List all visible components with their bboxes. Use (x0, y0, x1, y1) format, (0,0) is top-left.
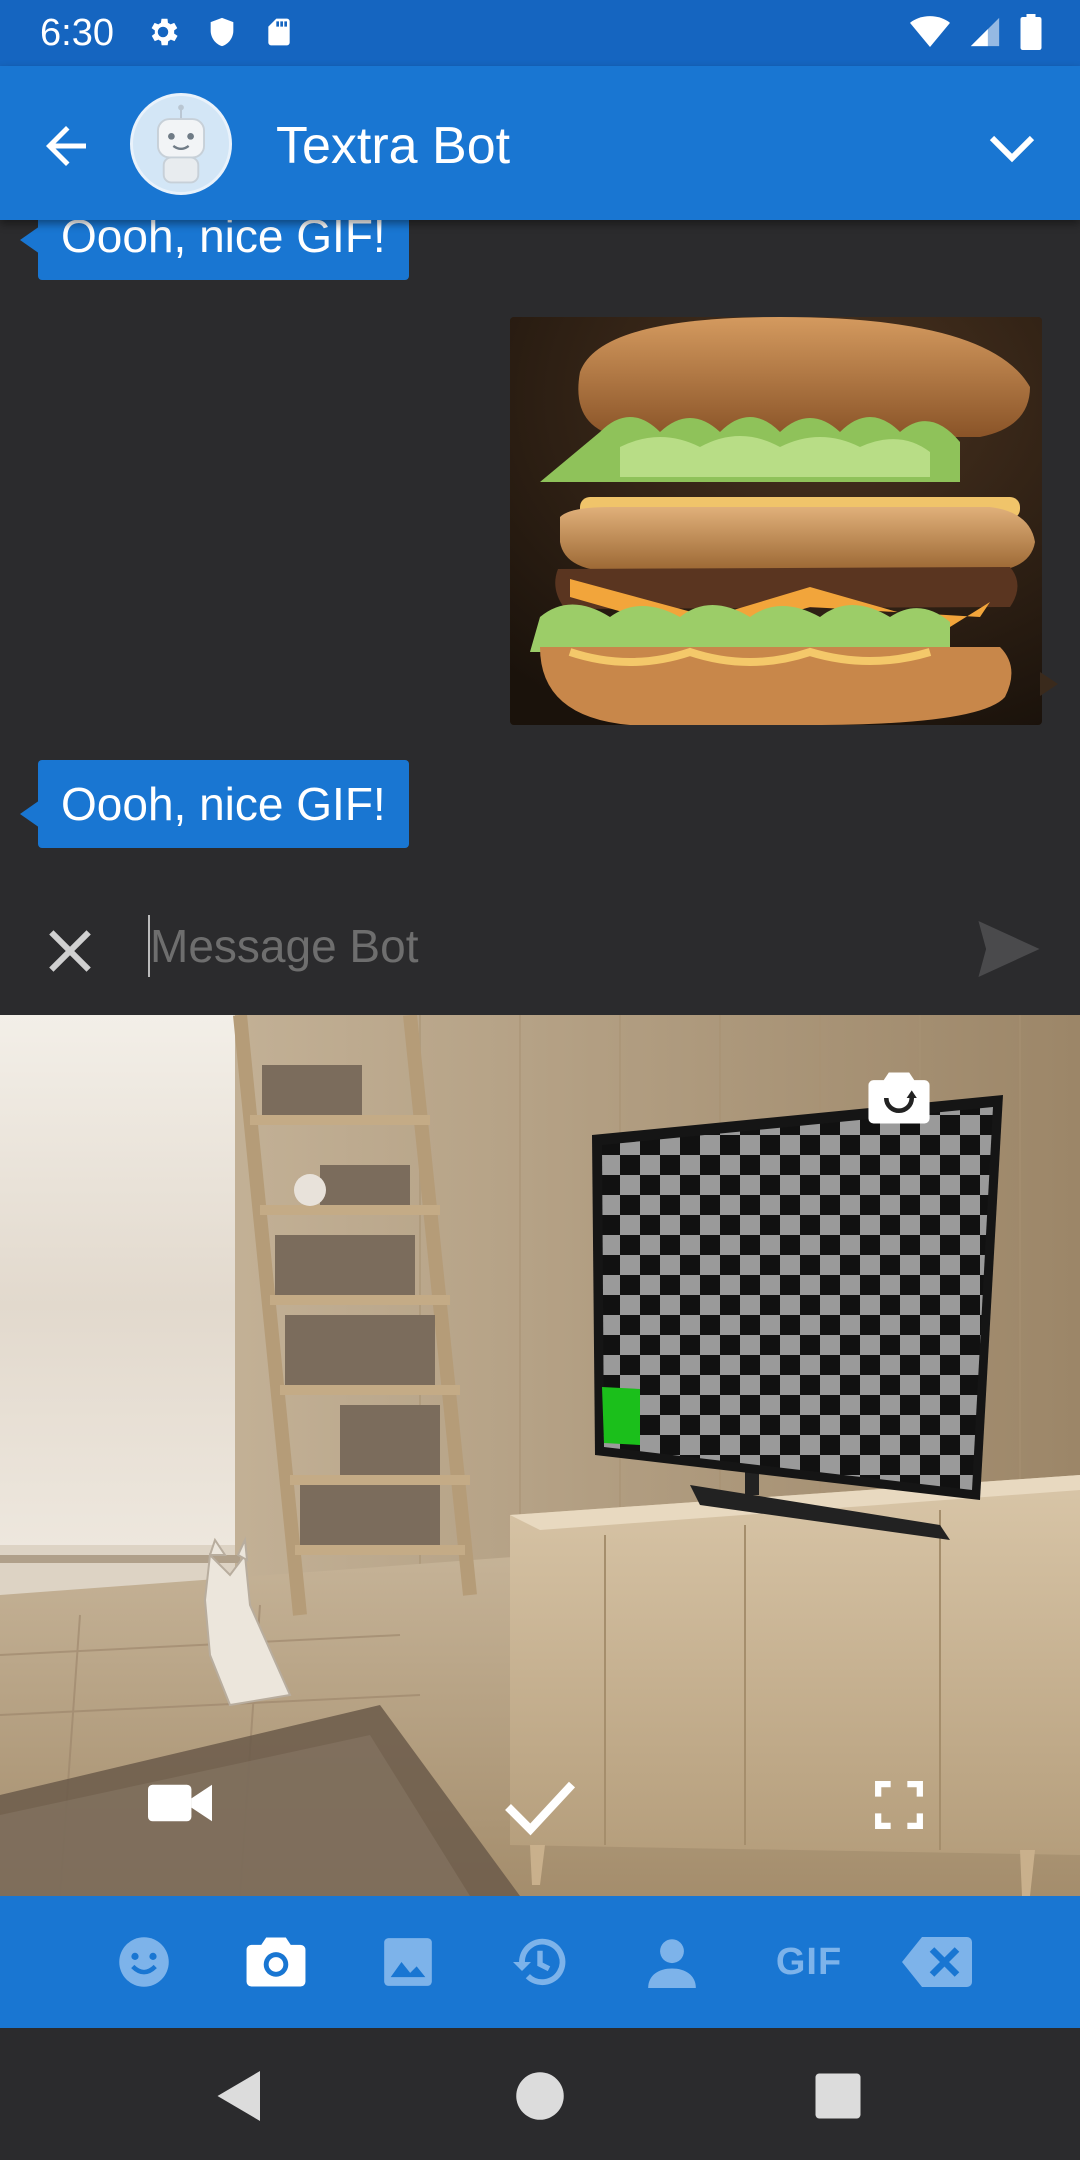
status-left-icons (145, 14, 295, 50)
gallery-button[interactable] (373, 1930, 443, 1994)
message-text: Oooh, nice GIF! (61, 220, 386, 262)
message-list[interactable]: Oooh, nice GIF! Oooh, nice GIF! (0, 220, 1080, 875)
sd-card-icon (268, 18, 290, 46)
signal-icon (970, 17, 1000, 47)
fullscreen-icon (875, 1781, 923, 1829)
switch-camera-button[interactable] (868, 1070, 930, 1126)
history-icon (513, 1938, 566, 1986)
chevron-down-icon[interactable] (982, 118, 1042, 178)
attachment-toolbar: GIF (0, 1896, 1080, 2028)
camera-icon (246, 1937, 306, 1987)
back-triangle-icon[interactable] (210, 2066, 270, 2126)
conversation-title[interactable]: Textra Bot (276, 116, 510, 176)
outgoing-gif-message[interactable] (510, 317, 1042, 725)
emoji-button[interactable] (109, 1930, 179, 1994)
capture-check-icon (505, 1781, 576, 1836)
app-bar: Textra Bot (0, 66, 1080, 220)
avatar[interactable] (130, 93, 232, 195)
battery-icon (1020, 14, 1042, 50)
switch-camera-icon (868, 1072, 930, 1124)
message-composer (0, 875, 1080, 1015)
recents-square-icon[interactable] (808, 2066, 868, 2126)
history-button[interactable] (505, 1930, 575, 1994)
close-icon[interactable] (42, 923, 98, 979)
home-circle-icon[interactable] (510, 2066, 570, 2126)
video-mode-button[interactable] (148, 1780, 212, 1826)
gif-icon: GIF (775, 1940, 843, 1983)
burger-gif-image (510, 317, 1042, 725)
send-icon[interactable] (978, 921, 1040, 977)
status-time: 6:30 (40, 12, 114, 54)
video-icon (148, 1784, 212, 1822)
robot-avatar-icon (133, 96, 229, 192)
shield-icon (210, 17, 234, 47)
status-right-icons (910, 14, 1042, 50)
contact-button[interactable] (637, 1930, 707, 1994)
message-text: Oooh, nice GIF! (61, 778, 386, 830)
settings-icon (151, 18, 178, 46)
emoji-icon (119, 1937, 169, 1987)
camera-preview[interactable] (0, 1015, 1080, 1896)
backspace-icon (902, 1937, 972, 1987)
gif-bubble-tail (1040, 672, 1058, 696)
backspace-button[interactable] (901, 1930, 973, 1994)
bubble-tail (20, 800, 40, 828)
gallery-icon (384, 1938, 432, 1986)
camera-tab-button[interactable] (241, 1930, 311, 1994)
message-input[interactable] (150, 905, 950, 987)
arrow-back-icon[interactable] (36, 116, 96, 176)
camera-viewfinder-image (0, 1015, 1080, 1896)
system-navigation-bar (0, 2028, 1080, 2160)
incoming-message-bubble[interactable]: Oooh, nice GIF! (38, 220, 409, 280)
status-bar: 6:30 (0, 0, 1080, 66)
wifi-icon (910, 16, 950, 47)
incoming-message-bubble[interactable]: Oooh, nice GIF! (38, 760, 409, 848)
bubble-tail (20, 226, 40, 254)
capture-button[interactable] (500, 1775, 580, 1839)
contact-icon (648, 1939, 696, 1988)
gif-button[interactable]: GIF (769, 1930, 849, 1994)
fullscreen-button[interactable] (874, 1780, 924, 1830)
textra-conversation-screen: 6:30 Textra Bot Oooh, nice GIF! Oooh, ni… (0, 0, 1080, 2160)
